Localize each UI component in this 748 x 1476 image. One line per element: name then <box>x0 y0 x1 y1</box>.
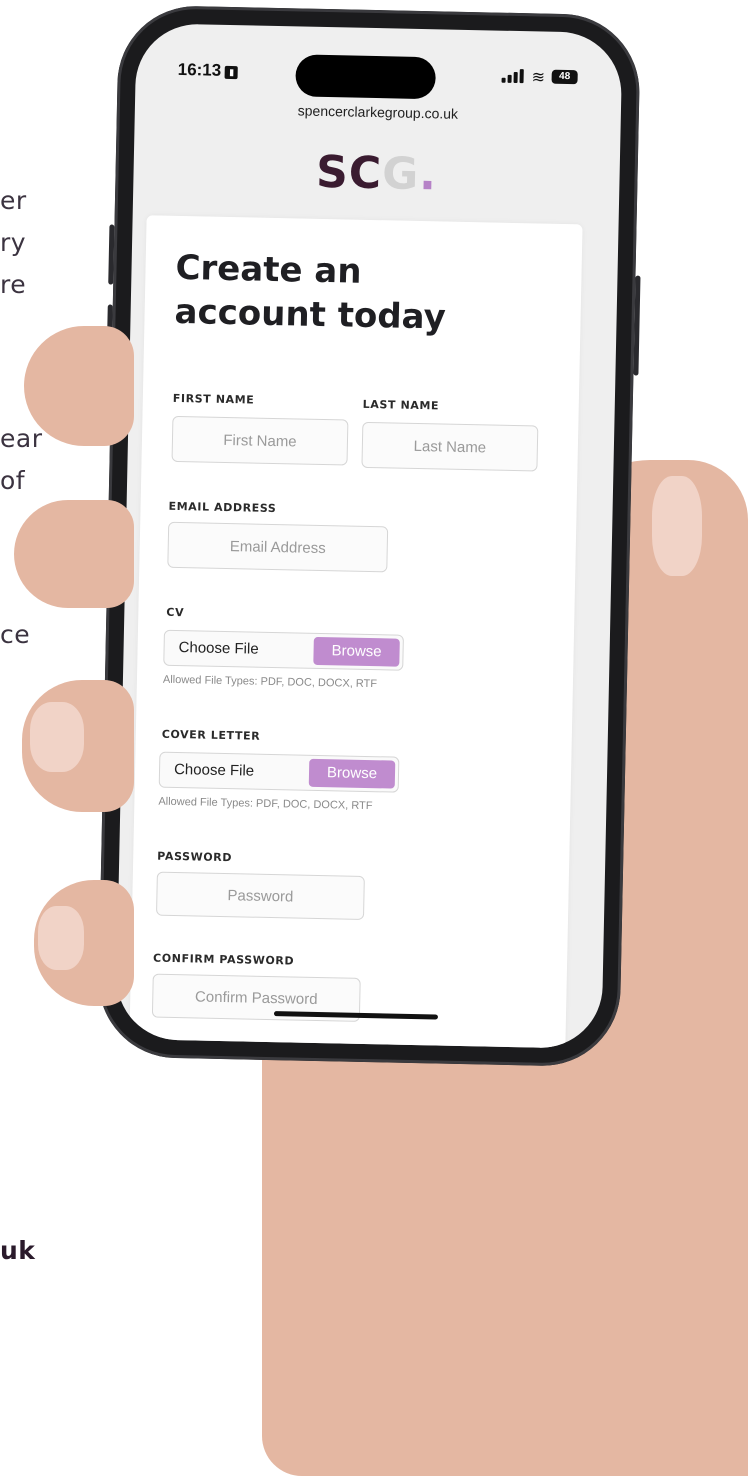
wifi-icon: ≋ <box>531 69 546 87</box>
first-name-label: FIRST NAME <box>172 391 255 407</box>
scg-logo[interactable]: SCG. <box>133 143 620 204</box>
signal-icon <box>501 69 524 84</box>
first-name-input[interactable]: First Name <box>171 415 349 466</box>
page-title: Create an account today <box>174 247 447 338</box>
background-text-1: er <box>0 186 27 215</box>
dynamic-island <box>295 54 437 100</box>
cv-file-types-hint: Allowed File Types: PDF, DOC, DOCX, RTF <box>162 673 378 691</box>
phone-screen: 16:13 ▮ ≋ 48 spencerclarkegroup.co.uk SCG… <box>115 23 623 1049</box>
cover-letter-file-types-hint: Allowed File Types: PDF, DOC, DOCX, RTF <box>158 795 373 813</box>
cover-letter-choose-file[interactable]: Choose File <box>174 753 255 789</box>
confirm-password-label: CONFIRM PASSWORD <box>152 951 295 968</box>
thumb-nail <box>652 476 702 576</box>
url-bar[interactable]: spencerclarkegroup.co.uk <box>135 99 621 125</box>
cv-browse-button[interactable]: Browse <box>313 636 400 667</box>
password-input[interactable]: Password <box>156 871 365 920</box>
background-text-3: re <box>0 270 27 299</box>
phone: 16:13 ▮ ≋ 48 spencerclarkegroup.co.uk SCG… <box>97 4 641 1068</box>
background-text-7: uk <box>0 1236 36 1265</box>
background-text-5: of <box>0 466 26 495</box>
finger-nail <box>30 702 84 772</box>
phone-side-button <box>108 224 115 285</box>
cv-choose-file[interactable]: Choose File <box>178 631 259 667</box>
cover-letter-file-input[interactable]: Choose File Browse <box>158 751 400 793</box>
contact-icon: ▮ <box>225 65 239 80</box>
finger-middle <box>14 500 134 608</box>
last-name-input[interactable]: Last Name <box>361 421 539 472</box>
cover-letter-browse-button[interactable]: Browse <box>308 758 396 789</box>
finger-index <box>24 326 134 446</box>
email-input[interactable]: Email Address <box>167 521 389 573</box>
battery-icon: 48 <box>551 69 578 85</box>
cv-label: CV <box>166 605 185 620</box>
phone-side-button <box>633 275 641 376</box>
background-text-2: ry <box>0 228 27 257</box>
status-time: 16:13 ▮ <box>178 60 239 81</box>
cv-file-input[interactable]: Choose File Browse <box>163 629 404 671</box>
background-text-6: ce <box>0 620 31 649</box>
background-text-4: ear <box>0 424 43 453</box>
finger-nail <box>38 906 84 970</box>
password-label: PASSWORD <box>157 849 233 865</box>
last-name-label: LAST NAME <box>362 397 440 413</box>
cover-letter-label: COVER LETTER <box>161 727 261 743</box>
signup-form-card: Create an account today FIRST NAME LAST … <box>128 215 583 1049</box>
email-label: EMAIL ADDRESS <box>168 499 277 516</box>
status-bar: 16:13 ▮ ≋ 48 <box>135 23 622 103</box>
